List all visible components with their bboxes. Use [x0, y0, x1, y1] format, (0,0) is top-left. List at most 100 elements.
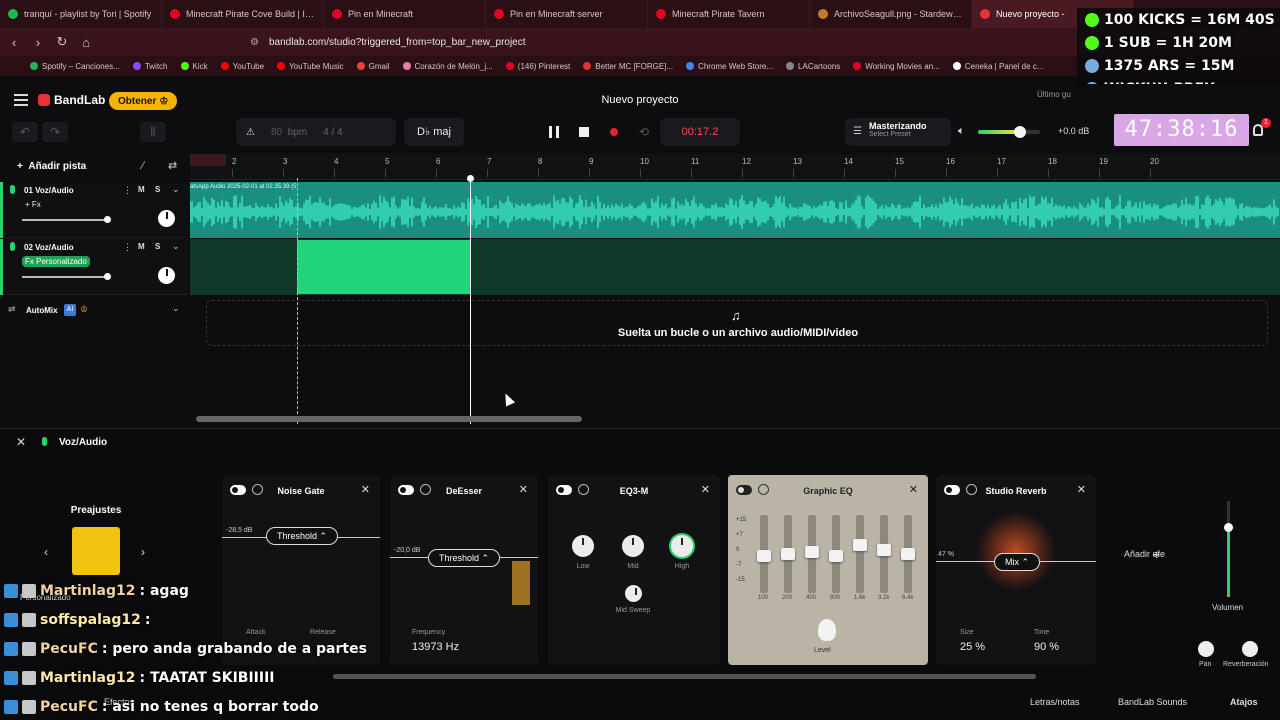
master-volume-thumb[interactable] — [1014, 126, 1027, 138]
close-icon[interactable]: ✕ — [909, 483, 918, 496]
audio-region-track-2[interactable] — [297, 240, 470, 294]
loop-region-marker[interactable] — [190, 154, 226, 166]
home-icon[interactable]: ⌂ — [76, 35, 96, 50]
pause-button[interactable] — [540, 118, 568, 146]
bandlab-sounds-tab[interactable]: BandLab Sounds — [1118, 697, 1187, 707]
browser-tab[interactable]: Pin en Minecraft — [324, 0, 486, 28]
wand-icon[interactable]: ⁄ — [142, 160, 144, 172]
track-volume-thumb[interactable] — [104, 216, 111, 223]
bookmark-item[interactable]: Kick — [180, 62, 208, 71]
eq-band-slider[interactable] — [829, 515, 843, 593]
bookmark-item[interactable]: (146) Pinterest — [505, 62, 570, 71]
close-icon[interactable]: ✕ — [16, 435, 26, 449]
threshold-selector[interactable]: Threshold ⌃ — [428, 549, 501, 567]
solo-button[interactable]: S — [155, 185, 160, 194]
volume-thumb[interactable] — [1224, 523, 1233, 532]
chevron-right-icon[interactable]: › — [141, 545, 145, 559]
timeline-scrollbar[interactable] — [196, 416, 582, 422]
mixer-button[interactable]: ⦀ — [140, 122, 166, 142]
bookmark-item[interactable]: Gmail — [356, 62, 390, 71]
browser-tab[interactable]: ArchivoSeagull.png - Stardew Valley — [810, 0, 972, 28]
eq-band-slider[interactable] — [853, 515, 867, 593]
add-track-button[interactable]: + Añadir pista — [17, 161, 86, 172]
forward-icon[interactable]: › — [28, 35, 48, 50]
threshold-selector[interactable]: Threshold ⌃ — [266, 527, 339, 545]
browser-tab[interactable]: tranquí - playlist by Tori | Spotify — [0, 0, 162, 28]
high-knob[interactable] — [671, 535, 693, 557]
chevron-down-icon[interactable]: ⌄ — [172, 241, 180, 252]
bookmark-item[interactable]: LACartoons — [786, 62, 840, 71]
low-knob[interactable] — [572, 535, 594, 557]
effects-scrollbar[interactable] — [333, 674, 1036, 679]
tone-value[interactable]: 90 % — [1034, 641, 1059, 653]
key-selector[interactable]: D♭ maj — [404, 118, 464, 146]
track-more-icon[interactable]: ⋮ — [123, 185, 132, 196]
record-button[interactable] — [600, 118, 628, 146]
bookmark-item[interactable]: Twitch — [132, 62, 168, 71]
eq-band-slider[interactable] — [781, 515, 795, 593]
eq-band-slider[interactable] — [901, 515, 915, 593]
eq-band-thumb[interactable] — [757, 550, 771, 563]
bookmark-item[interactable]: Corazón de Melón_j... — [402, 62, 493, 71]
drop-zone[interactable]: ♫ Suelta un bucle o un archivo audio/MID… — [206, 300, 1268, 346]
mute-button[interactable]: M — [138, 185, 145, 194]
close-icon[interactable]: ✕ — [361, 483, 370, 496]
eq-band-thumb[interactable] — [805, 545, 819, 558]
bookmark-item[interactable]: Spotify – Canciones... — [30, 62, 120, 71]
add-fx-button[interactable]: + Fx — [22, 199, 44, 210]
lyrics-tab[interactable]: Letras/notas — [1030, 697, 1080, 707]
track-volume-fader[interactable] — [1224, 501, 1233, 597]
close-icon[interactable]: ✕ — [701, 483, 710, 496]
browser-tab[interactable]: Minecraft Pirate Cove Build | Island / — [162, 0, 324, 28]
track-header-2[interactable]: 02 Voz/Audio ⋮ M S ⌄ Fx Personalizado — [0, 239, 188, 295]
track-settings-icon[interactable]: ⇄ — [168, 159, 177, 172]
master-volume-slider[interactable] — [978, 126, 1040, 138]
close-icon[interactable]: ✕ — [519, 483, 528, 496]
hamburger-menu-icon[interactable] — [14, 94, 28, 106]
chevron-left-icon[interactable]: ‹ — [44, 545, 48, 559]
project-title[interactable]: Nuevo proyecto — [560, 94, 720, 106]
mid-sweep-knob[interactable] — [625, 585, 642, 602]
mid-knob[interactable] — [622, 535, 644, 557]
track-volume-slider[interactable] — [22, 276, 108, 278]
eq-band-thumb[interactable] — [901, 548, 915, 560]
track-volume-thumb[interactable] — [104, 273, 111, 280]
shortcuts-button[interactable]: Atajos — [1230, 697, 1258, 707]
eq-band-thumb[interactable] — [877, 543, 891, 556]
eq-band-thumb[interactable] — [853, 539, 867, 552]
track-header-1[interactable]: 01 Voz/Audio ⋮ M S ⌄ + Fx — [0, 182, 188, 238]
time-signature[interactable]: 4 / 4 — [323, 127, 342, 138]
track-name[interactable]: 01 Voz/Audio — [24, 186, 74, 195]
mastering-button[interactable]: ☰ Masterizando Select Preset — [845, 118, 951, 146]
eq-band-thumb[interactable] — [829, 550, 843, 563]
undo-button[interactable]: ↶ — [12, 122, 38, 142]
stop-button[interactable] — [570, 118, 598, 146]
automix-row[interactable]: ⇌ AutoMix AI ♔ ⌄ — [0, 300, 188, 320]
get-membership-button[interactable]: Obtener ♔ — [109, 92, 178, 110]
mute-button[interactable]: M — [138, 242, 145, 251]
speaker-icon[interactable]: 🔈︎ — [958, 125, 965, 138]
playhead[interactable] — [467, 175, 474, 424]
loop-button[interactable]: ⟲ — [630, 118, 658, 146]
reverb-knob[interactable] — [1242, 641, 1258, 657]
pan-knob[interactable] — [158, 210, 175, 227]
bpm-field[interactable]: 80 bpm — [271, 127, 307, 138]
mix-selector[interactable]: Mix ⌃ — [994, 553, 1041, 571]
solo-button[interactable]: S — [155, 242, 160, 251]
fx-custom-badge[interactable]: Fx Personalizado — [22, 256, 90, 267]
bookmark-item[interactable]: Working Movies an... — [853, 62, 940, 71]
bookmark-item[interactable]: Ceneka | Panel de c... — [952, 62, 1043, 71]
size-value[interactable]: 25 % — [960, 641, 985, 653]
site-info-icon[interactable]: ⚙ — [250, 37, 259, 48]
track-2-lane[interactable] — [190, 239, 1280, 295]
track-volume-slider[interactable] — [22, 219, 108, 221]
reload-icon[interactable]: ↻ — [52, 34, 72, 50]
bookmark-item[interactable]: YouTube — [220, 62, 264, 71]
track-more-icon[interactable]: ⋮ — [123, 242, 132, 253]
preset-tile[interactable] — [72, 527, 120, 575]
url-field[interactable]: ⚙ bandlab.com/studio?triggered_from=top_… — [250, 32, 990, 52]
eq-band-slider[interactable] — [877, 515, 891, 593]
pan-knob[interactable] — [158, 267, 175, 284]
bookmark-item[interactable]: Chrome Web Store... — [686, 62, 773, 71]
eq-band-slider[interactable] — [757, 515, 771, 593]
